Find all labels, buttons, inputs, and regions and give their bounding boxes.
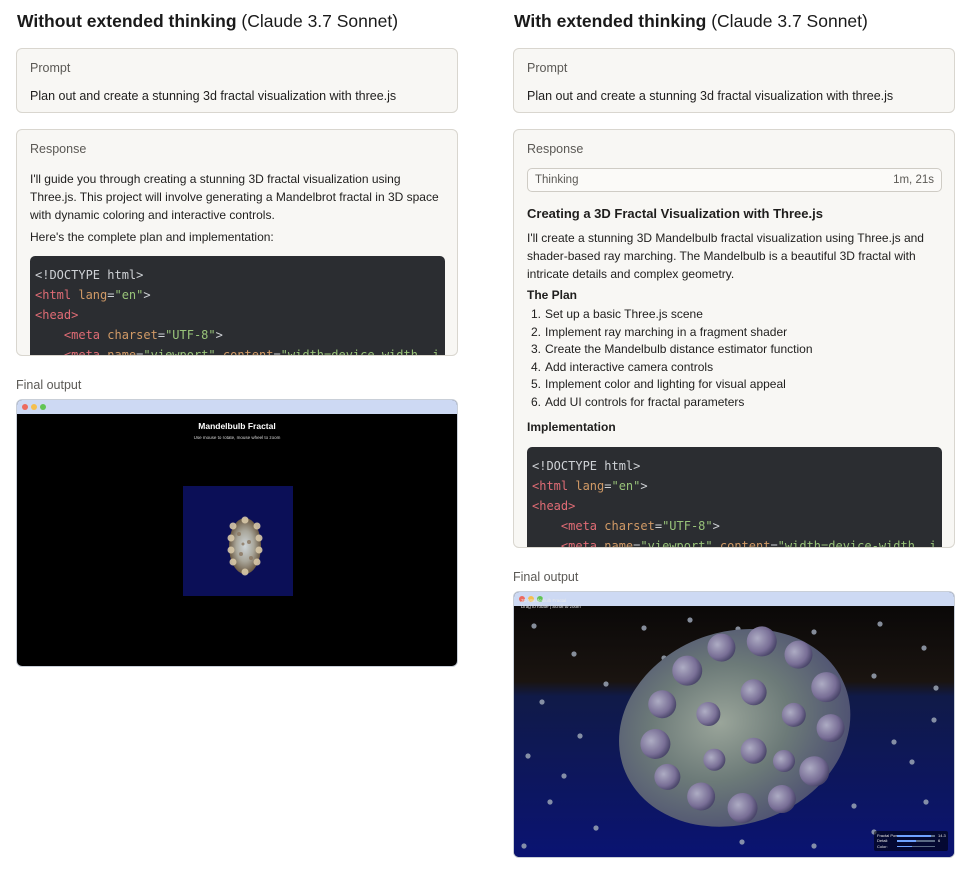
code-line: <!DOCTYPE html> [35,268,144,282]
left-heading-model: (Claude 3.7 Sonnet) [241,11,399,31]
prompt-label: Prompt [527,61,568,75]
maximize-dot-icon[interactable] [40,404,46,410]
code-line: <html lang="en"> [35,288,151,302]
prompt-text: Plan out and create a stunning 3d fracta… [527,89,894,103]
control-slider[interactable] [897,845,935,848]
thinking-duration: 1m, 21s [893,174,934,186]
response-paragraph-1: I'll guide you through creating a stunni… [30,172,439,222]
right-column-heading: With extended thinking (Claude 3.7 Sonne… [514,11,868,32]
close-dot-icon[interactable] [22,404,28,410]
fractal-canvas[interactable] [183,486,293,596]
response-intro: I'll create a stunning 3D Mandelbulb fra… [527,231,924,281]
right-output-window[interactable]: 3D Mandelbulb Fractal Drag to rotate | S… [513,591,955,858]
right-heading-bold: With extended thinking [514,11,707,31]
right-response-card[interactable]: Response Thinking 1m, 21s Creating a 3D … [513,129,955,548]
plan-heading: The Plan [527,288,578,302]
response-label: Response [30,142,87,156]
code-line: <meta charset="UTF-8"> [63,328,223,342]
final-output-label: Final output [513,570,579,584]
output-info: 3D Mandelbulb Fractal Drag to rotate | S… [521,598,581,610]
control-label: Detail: [877,838,889,844]
mandelbulb-render [227,516,263,576]
response-label: Response [527,142,584,156]
left-column-heading: Without extended thinking (Claude 3.7 So… [17,11,398,32]
left-heading-bold: Without extended thinking [17,11,237,31]
plan-item: 4. Add interactive camera controls [531,359,714,374]
plan-list: 1. Set up a basic Three.js scene 2. Implem… [527,306,942,412]
slider-fill [897,845,913,848]
code-line: <meta charset="UTF-8"> [560,519,720,533]
final-output-label: Final output [16,378,82,392]
window-titlebar [17,400,457,414]
code-line: <html lang="en"> [532,479,648,493]
right-prompt-card: Prompt Plan out and create a stunning 3d… [513,48,955,113]
thinking-toggle[interactable]: Thinking 1m, 21s [527,168,942,192]
control-slider[interactable] [897,840,935,842]
mandelbulb-render [514,606,954,857]
plan-item: 6. Add UI controls for fractal parameters [531,394,745,409]
control-slider[interactable] [897,835,935,837]
thinking-label: Thinking [535,174,579,186]
output-info-hint: Drag to rotate | Scroll to zoom [521,604,581,609]
slider-fill [897,835,932,837]
code-line: <meta name="viewport" content="width=dev… [560,539,937,548]
code-line: <head> [532,499,576,513]
code-line: <head> [35,308,79,322]
output-subtitle: Use mouse to rotate, mouse wheel to zoom [193,435,281,440]
control-color[interactable]: Color: [877,844,945,849]
implementation-heading: Implementation [527,420,616,434]
plan-item: 3. Create the Mandelbulb distance estimat… [531,342,813,357]
plan-item: 1. Set up a basic Three.js scene [531,307,703,321]
code-block[interactable]: <!DOCTYPE html> <html lang="en"> <head> <m… [30,256,445,356]
output-title: Mandelbulb Fractal [198,421,276,431]
left-response-card[interactable]: Response I'll guide you through creating… [16,129,458,356]
code-line: <!DOCTYPE html> [532,459,641,473]
plan-item: 5. Implement color and lighting for visua… [531,377,786,392]
control-label: Color: [877,843,888,849]
left-output-window[interactable]: Mandelbulb Fractal Use mouse to rotate, … [16,399,458,667]
response-heading: Creating a 3D Fractal Visualization with… [527,206,823,221]
fractal-controls-panel: Fractal Power: 14.3 Detail: 6 Color: [874,831,948,851]
plan-item: 2. Implement ray marching in a fragment s… [531,324,788,339]
fractal-canvas[interactable] [514,606,954,857]
left-prompt-card: Prompt Plan out and create a stunning 3d… [16,48,458,113]
prompt-label: Prompt [30,61,71,75]
response-paragraph-2: Here's the complete plan and implementat… [30,230,274,244]
control-value: 14.3 [938,833,946,838]
code-block[interactable]: <!DOCTYPE html> <html lang="en"> <head> <m… [527,447,942,548]
prompt-text: Plan out and create a stunning 3d fracta… [30,89,397,103]
code-line: <meta name="viewport" content="width=dev… [63,348,440,356]
control-value: 6 [938,838,941,844]
right-heading-model: (Claude 3.7 Sonnet) [711,11,868,31]
minimize-dot-icon[interactable] [31,404,37,410]
slider-fill [897,840,916,842]
